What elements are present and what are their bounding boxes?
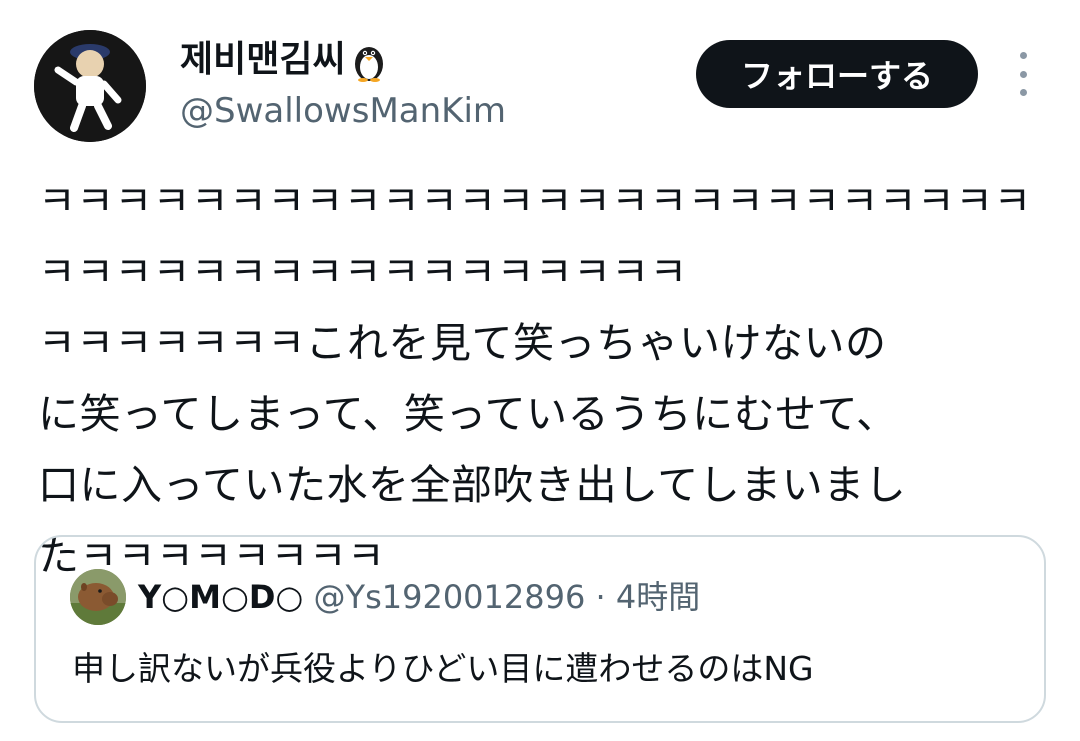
tweet-card: 제비맨김씨 @SwallowsManKim フォローする ㅋㅋㅋㅋㅋㅋㅋㅋㅋㅋㅋ… xyxy=(0,0,1080,741)
quoted-tweet[interactable]: Y○M○D○ @Ys1920012896 · 4時間 申し訳ないが兵役よりひどい… xyxy=(34,535,1046,723)
author-name-text: 제비맨김씨 xyxy=(180,39,346,80)
author-handle[interactable]: @SwallowsManKim xyxy=(180,88,506,134)
quote-author-avatar[interactable] xyxy=(70,569,126,625)
quote-separator: · xyxy=(595,578,606,616)
tweet-text: ㅋㅋㅋㅋㅋㅋㅋㅋㅋㅋㅋㅋㅋㅋㅋㅋㅋㅋㅋㅋㅋㅋㅋㅋㅋㅋㅋㅋㅋㅋㅋㅋㅋㅋㅋㅋㅋㅋㅋㅋ… xyxy=(38,177,1032,580)
follow-button[interactable]: フォローする xyxy=(696,40,978,108)
author-avatar[interactable] xyxy=(34,30,146,142)
avatar-image xyxy=(34,30,146,142)
quote-timestamp[interactable]: 4時間 xyxy=(616,578,700,616)
author-display-name[interactable]: 제비맨김씨 xyxy=(180,36,388,84)
capybara-avatar-image xyxy=(70,569,126,625)
quote-author-name[interactable]: Y○M○D○ xyxy=(138,578,303,616)
more-vertical-icon[interactable] xyxy=(1012,52,1034,96)
quote-author-handle[interactable]: @Ys1920012896 xyxy=(314,578,586,616)
penguin-icon xyxy=(354,47,383,82)
quote-text: 申し訳ないが兵役よりひどい目に遭わせるのはNG xyxy=(72,649,814,688)
quote-header: Y○M○D○ @Ys1920012896 · 4時間 xyxy=(138,575,700,619)
